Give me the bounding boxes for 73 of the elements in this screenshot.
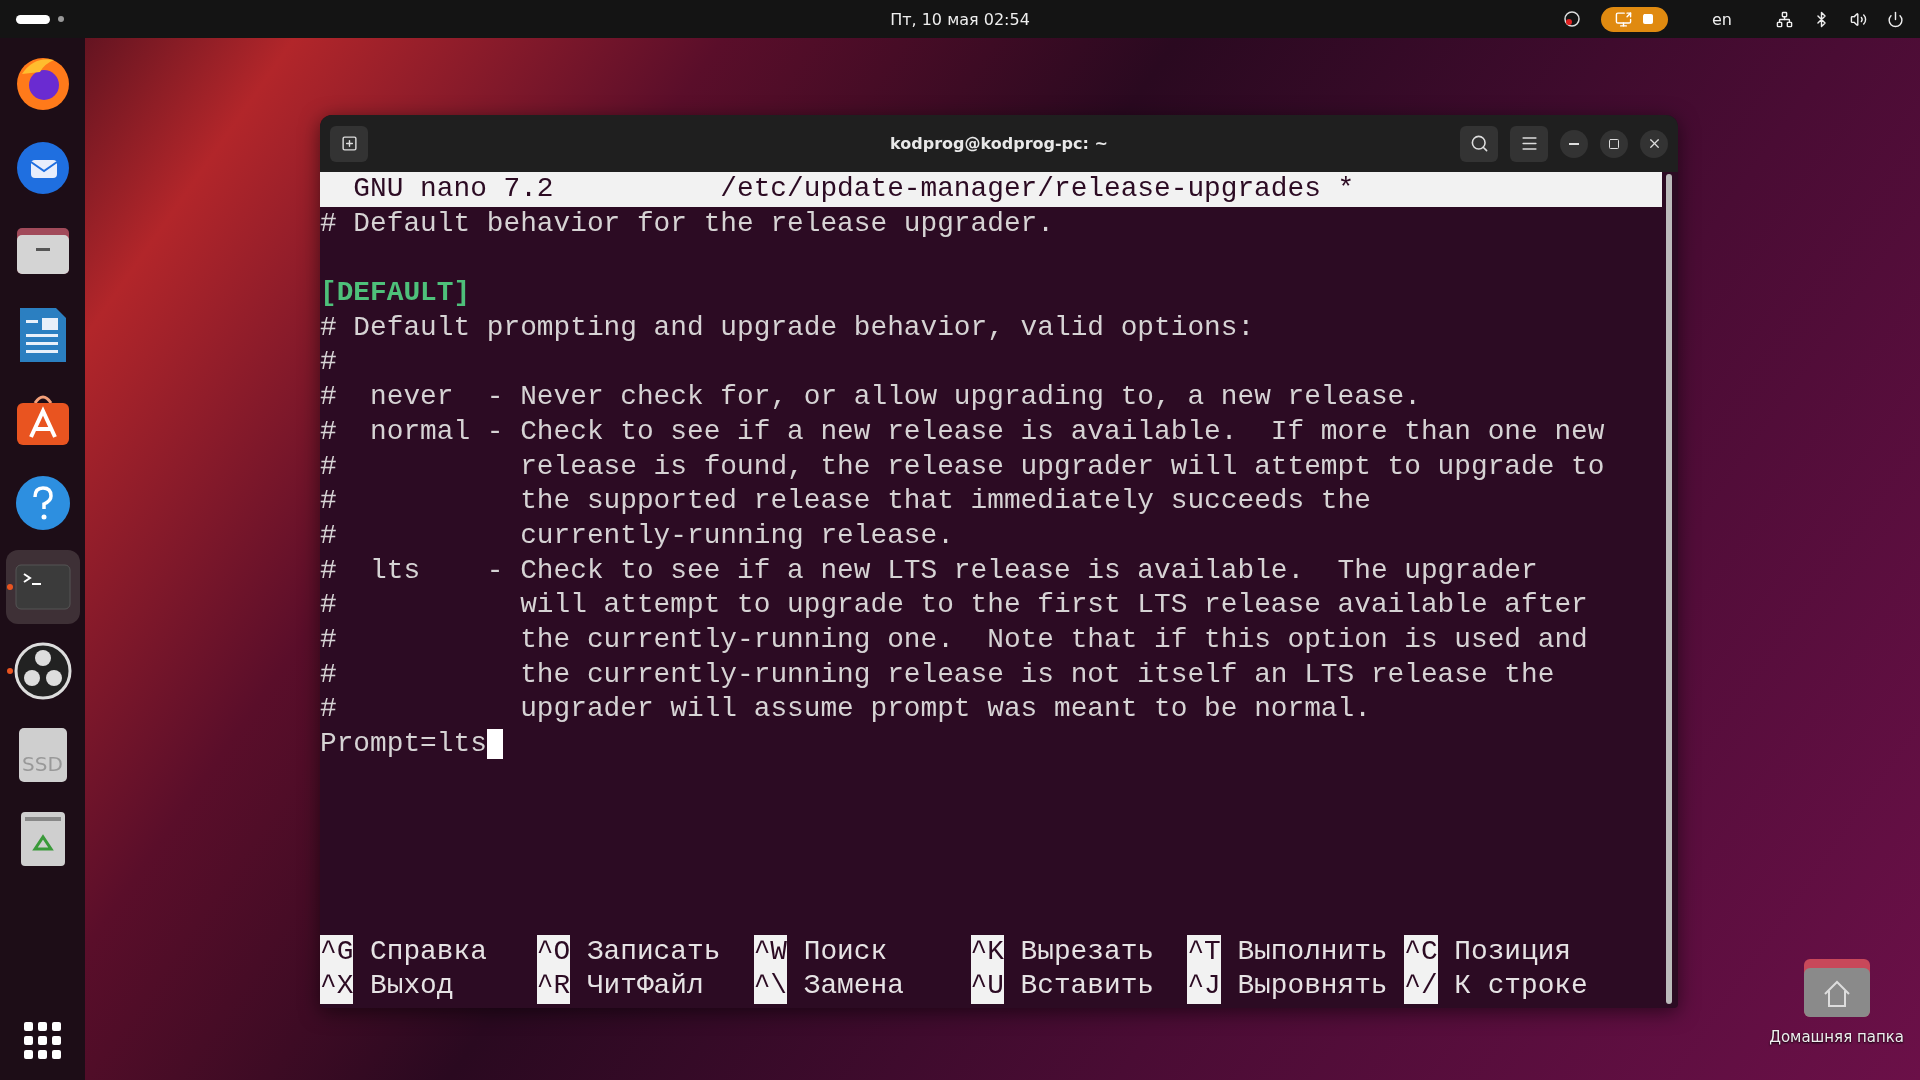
app-grid-icon[interactable] (23, 1022, 62, 1060)
maximize-icon (1608, 137, 1620, 150)
shortcut-label: Выровнять (1237, 969, 1388, 1004)
minimize-button[interactable] (1560, 129, 1588, 158)
comment-line: # Default prompting and upgrade behavior, valid options: (320, 310, 1255, 345)
maximize-button[interactable] (1600, 129, 1628, 158)
clock[interactable]: Пт, 10 мая 02:54 (890, 9, 1030, 29)
shortcut-label: Вырезать (1020, 934, 1155, 969)
folder-icon[interactable] (14, 226, 71, 276)
record-software-icon[interactable] (13, 642, 72, 700)
search-button[interactable] (1460, 125, 1498, 162)
shortcut-key: ^G (320, 934, 354, 970)
shortcut-key: ^R (536, 969, 571, 1004)
stop-icon[interactable] (1642, 13, 1654, 25)
shortcut-key: ^J (1187, 969, 1221, 1004)
comment-line: # Default behavior for the release upgrader. (320, 206, 1054, 241)
shortcut-label: Выполнить (1237, 934, 1388, 969)
shortcut-key: ^U (970, 969, 1004, 1004)
document-icon[interactable] (17, 306, 68, 364)
section-header: [DEFAULT] (320, 276, 471, 311)
comment-line: # release is found, the release upgrader will attempt to upgrade to (320, 449, 1605, 484)
window-title: kodprog@kodprog-pc: ~ (890, 134, 1108, 153)
shortcut-key: ^T (1187, 934, 1221, 970)
comment-line: # upgrader will assume prompt was meant to be normal. (320, 692, 1371, 727)
comment-line: # the supported release that immediately succeeds the (320, 484, 1371, 519)
shortcut-key: ^C (1404, 934, 1438, 970)
menu-icon (1519, 134, 1539, 153)
comment-line: # the currently-running one. Note that if this option is used and (320, 622, 1588, 657)
shortcut-label: Выход (370, 969, 454, 1004)
shortcut-key: ^K (970, 934, 1004, 970)
shortcut-label: Справка (370, 934, 487, 969)
plus-square-icon (340, 135, 358, 152)
minimize-icon (1569, 142, 1579, 145)
shortcut-key: ^W (753, 934, 788, 970)
menu-button[interactable] (1510, 125, 1548, 162)
comment-line: # (320, 345, 337, 380)
color-wheel-icon[interactable] (1563, 10, 1581, 28)
screencast-icon (1615, 10, 1632, 28)
keyboard-layout[interactable]: en (1712, 9, 1732, 29)
shortcut-key: ^X (320, 969, 354, 1004)
comment-line: # normal - Check to see if a new release is available. If more than one new (320, 414, 1605, 449)
shortcut-label: ЧитФайл (586, 969, 704, 1004)
comment-line: # currently-running release. (320, 518, 954, 553)
shortcut-label: Замена (803, 969, 904, 1004)
code-line: Prompt=lts (320, 727, 487, 761)
home-folder-icon[interactable] (1802, 958, 1871, 1018)
file-path: /etc/update-manager/release-upgrades * (720, 172, 1355, 206)
shortcut-label: Поиск (803, 934, 888, 969)
power-icon[interactable] (1887, 10, 1904, 28)
desktop-icon-label[interactable]: Домашняя папка (1769, 1028, 1904, 1046)
close-button[interactable] (1640, 129, 1668, 158)
comment-line: # the currently-running release is not itself an LTS release the (320, 657, 1555, 692)
workspace-dot[interactable] (58, 16, 64, 22)
editor-version: GNU nano 7.2 (352, 172, 555, 206)
shortcut-label: К строке (1454, 969, 1588, 1004)
workspace-indicator[interactable] (16, 14, 50, 24)
screen-record-indicator[interactable] (1601, 6, 1668, 32)
shortcut-label: Позиция (1454, 934, 1572, 969)
trash-icon[interactable] (19, 811, 66, 867)
shortcut-key: ^O (536, 934, 571, 970)
shortcut-label: Вставить (1020, 969, 1155, 1004)
shortcut-label: Записать (586, 934, 721, 969)
scrollbar[interactable] (1666, 174, 1672, 1004)
new-tab-button[interactable] (330, 125, 368, 162)
search-icon (1469, 134, 1489, 153)
network-icon[interactable] (1776, 10, 1793, 28)
shortcut-key: ^/ (1404, 969, 1438, 1004)
shortcut-key: ^\ (753, 969, 788, 1004)
comment-line: # lts - Check to see if a new LTS release is available. The upgrader (320, 553, 1538, 588)
help-icon[interactable] (14, 475, 71, 531)
comment-line: # will attempt to upgrade to the first LTS release available after (320, 588, 1588, 623)
volume-icon[interactable] (1850, 10, 1867, 28)
comment-line: # never - Never check for, or allow upgrading to, a new release. (320, 380, 1421, 415)
